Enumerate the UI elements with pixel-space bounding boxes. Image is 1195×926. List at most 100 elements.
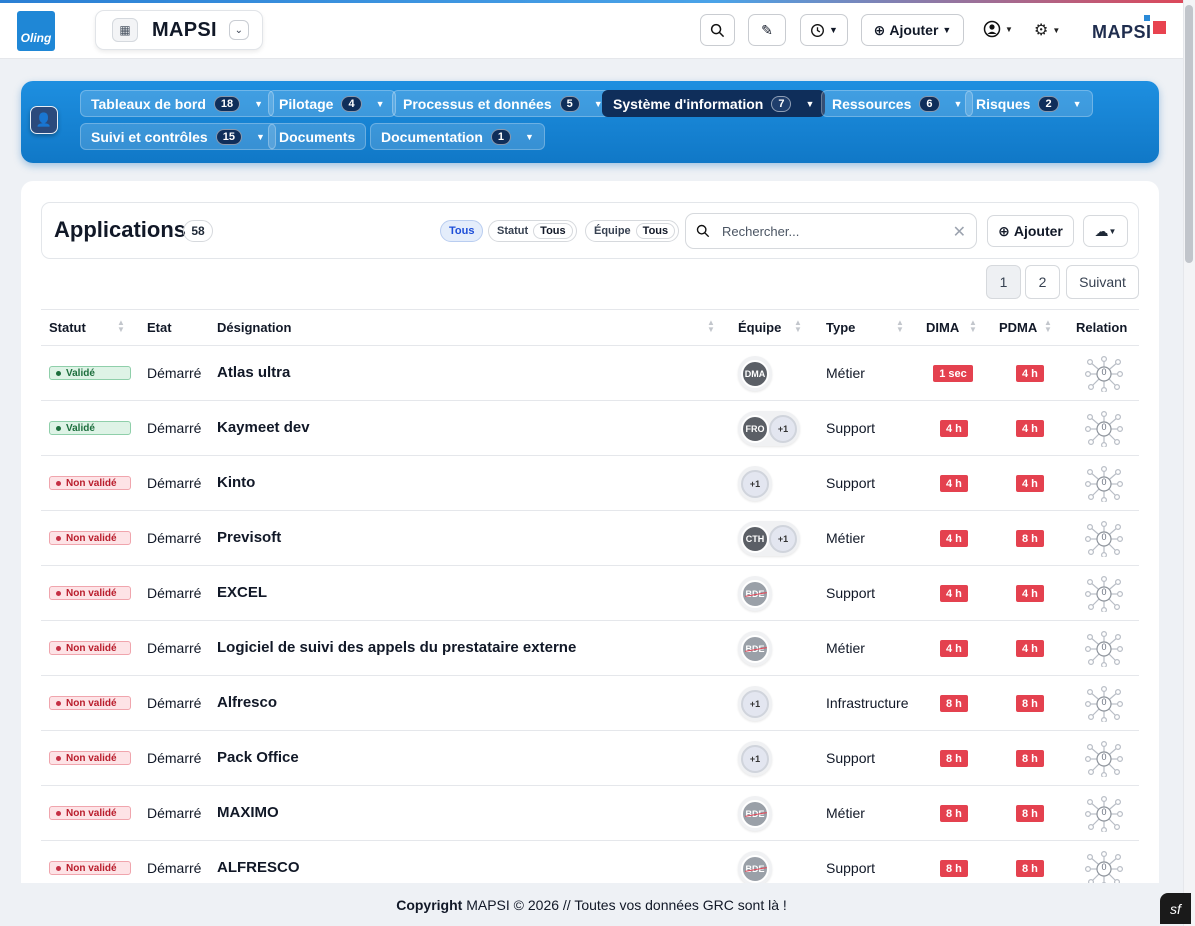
- application-name-link[interactable]: Pack Office: [217, 749, 299, 766]
- footer-bold: Copyright: [396, 896, 463, 913]
- oling-logo[interactable]: Oling: [17, 11, 55, 51]
- table-row[interactable]: Non validé Démarré Kinto +1 Support 4 h 4 h 0: [41, 456, 1139, 511]
- relation-graph-icon[interactable]: 0: [1084, 575, 1123, 614]
- nav-ressources[interactable]: Ressources 6 ▼: [821, 90, 974, 117]
- relation-graph-icon[interactable]: 0: [1084, 520, 1123, 559]
- application-name-link[interactable]: MAXIMO: [217, 804, 279, 821]
- relation-graph-icon[interactable]: 0: [1084, 465, 1123, 504]
- team-avatar[interactable]: BDE: [741, 854, 769, 883]
- team-avatar[interactable]: +1: [741, 744, 769, 773]
- relation-graph-icon[interactable]: 0: [1084, 850, 1123, 889]
- sort-icon[interactable]: ▲ ▼: [1044, 319, 1052, 334]
- table-row[interactable]: Non validé Démarré Pack Office +1 Support 8 h…: [41, 731, 1139, 786]
- team-avatar[interactable]: BDE: [741, 634, 769, 663]
- scrollbar[interactable]: [1183, 0, 1195, 926]
- add-application-button[interactable]: ⊕ Ajouter: [987, 215, 1074, 247]
- team-avatar[interactable]: FRO: [741, 414, 769, 443]
- col-etat[interactable]: Etat: [147, 320, 172, 335]
- relation-graph-icon[interactable]: 0: [1084, 355, 1123, 394]
- relation-graph-icon[interactable]: 0: [1084, 685, 1123, 724]
- team-avatar[interactable]: +1: [769, 524, 797, 553]
- page-2[interactable]: 2: [1025, 265, 1060, 299]
- next-page-button[interactable]: Suivant: [1066, 265, 1139, 299]
- page-1[interactable]: 1: [986, 265, 1021, 299]
- add-button[interactable]: ⊕ Ajouter ▼: [861, 14, 964, 46]
- chevron-down-icon[interactable]: ⌄: [228, 20, 249, 40]
- nav-documents[interactable]: Documents: [268, 123, 367, 150]
- sort-icon[interactable]: ▲ ▼: [896, 319, 904, 334]
- table-row[interactable]: Non validé Démarré Logiciel de suivi des a…: [41, 621, 1139, 676]
- nav-tableaux-de-bord[interactable]: Tableaux de bord 18 ▼: [80, 90, 275, 117]
- application-name-link[interactable]: ALFRESCO: [217, 859, 300, 876]
- team-avatar[interactable]: +1: [769, 414, 797, 443]
- nav-suivi-controles[interactable]: Suivi et contrôles 15 ▼: [80, 123, 276, 150]
- table-row[interactable]: Non validé Démarré EXCEL BDE Support 4 h 4 h 0: [41, 566, 1139, 621]
- sort-icon[interactable]: ▲ ▼: [117, 319, 125, 334]
- sort-icon[interactable]: ▲ ▼: [707, 319, 715, 334]
- col-equipe[interactable]: Équipe: [738, 320, 781, 335]
- application-name-link[interactable]: EXCEL: [217, 584, 267, 601]
- nav-documentation[interactable]: Documentation 1 ▼: [370, 123, 545, 150]
- team-avatar[interactable]: CTH: [741, 524, 769, 553]
- team-avatars: FRO +1: [738, 411, 800, 446]
- table-header: Statut ▲ ▼ Etat Désignation ▲ ▼ Équipe ▲ ▼ …: [41, 309, 1139, 346]
- clear-icon[interactable]: ✕: [953, 222, 966, 242]
- team-avatar[interactable]: +1: [741, 689, 769, 718]
- relation-count: 0: [1101, 642, 1107, 652]
- sort-icon[interactable]: ▲ ▼: [794, 319, 802, 334]
- app-switcher[interactable]: ▦ MAPSI ⌄: [95, 10, 263, 50]
- status-dot: [56, 810, 61, 816]
- col-pdma[interactable]: PDMA: [999, 320, 1037, 335]
- brand-square-red: [1153, 21, 1166, 34]
- user-menu[interactable]: ▼: [983, 20, 1013, 38]
- col-designation[interactable]: Désignation: [217, 320, 291, 335]
- nav-risques[interactable]: Risques 2 ▼: [965, 90, 1093, 117]
- nav-processus[interactable]: Processus et données 5 ▼: [392, 90, 614, 117]
- history-button[interactable]: ▼: [800, 14, 848, 46]
- team-avatar[interactable]: BDE: [741, 799, 769, 828]
- team-avatar[interactable]: +1: [741, 469, 769, 498]
- magic-wand-button[interactable]: ✎: [748, 14, 786, 46]
- etat-cell: Démarré: [147, 750, 202, 766]
- user-avatar-icon[interactable]: 👤: [30, 106, 58, 134]
- sort-icon[interactable]: ▲ ▼: [969, 319, 977, 334]
- table-row[interactable]: Non validé Démarré MAXIMO BDE Métier 8 h 8 h 0: [41, 786, 1139, 841]
- application-name-link[interactable]: Logiciel de suivi des appels du prestata…: [217, 639, 576, 656]
- col-statut[interactable]: Statut: [49, 320, 86, 335]
- nav-label: Système d'information: [613, 95, 764, 112]
- filter-status[interactable]: Statut Tous: [488, 220, 577, 242]
- nav-pilotage[interactable]: Pilotage 4 ▼: [268, 90, 396, 117]
- application-name-link[interactable]: Kaymeet dev: [217, 419, 310, 436]
- caret-down-icon: ▼: [953, 98, 963, 109]
- nav-systeme-information[interactable]: Système d'information 7 ▼: [602, 90, 826, 117]
- application-name-link[interactable]: Previsoft: [217, 529, 281, 546]
- filter-team[interactable]: Équipe Tous: [585, 220, 680, 242]
- search-button[interactable]: [700, 14, 735, 46]
- application-name-link[interactable]: Atlas ultra: [217, 364, 290, 381]
- col-type[interactable]: Type: [826, 320, 855, 335]
- table-row[interactable]: Non validé Démarré Alfresco +1 Infrastructur…: [41, 676, 1139, 731]
- clock-icon: [811, 23, 824, 37]
- export-button[interactable]: ☁ ▼: [1083, 215, 1128, 247]
- relation-graph-icon[interactable]: 0: [1084, 795, 1123, 834]
- application-name-link[interactable]: Alfresco: [217, 694, 277, 711]
- filter-all[interactable]: Tous: [440, 220, 484, 242]
- col-dima[interactable]: DIMA: [926, 320, 959, 335]
- relation-graph-icon[interactable]: 0: [1084, 410, 1123, 449]
- type-cell: Support: [826, 750, 876, 766]
- relation-graph-icon[interactable]: 0: [1084, 630, 1123, 669]
- add-application-label: Ajouter: [1013, 223, 1063, 239]
- symfony-icon[interactable]: sf: [1160, 893, 1191, 924]
- settings-menu[interactable]: ⚙ ▼: [1034, 20, 1060, 40]
- table-row[interactable]: Non validé Démarré Previsoft CTH +1 Métier 4 h…: [41, 511, 1139, 566]
- application-name-link[interactable]: Kinto: [217, 474, 255, 491]
- dima-badge: 8 h: [940, 750, 968, 767]
- table-row[interactable]: Validé Démarré Kaymeet dev FRO +1 Support 4 h 4…: [41, 401, 1139, 456]
- team-avatar[interactable]: DMA: [741, 359, 769, 388]
- search-input[interactable]: Rechercher... ✕: [685, 213, 977, 249]
- team-avatar[interactable]: BDE: [741, 579, 769, 608]
- etat-cell: Démarré: [147, 695, 202, 711]
- scrollbar-thumb[interactable]: [1185, 5, 1193, 263]
- table-row[interactable]: Validé Démarré Atlas ultra DMA Métier 1 sec 4 …: [41, 346, 1139, 401]
- relation-graph-icon[interactable]: 0: [1084, 740, 1123, 779]
